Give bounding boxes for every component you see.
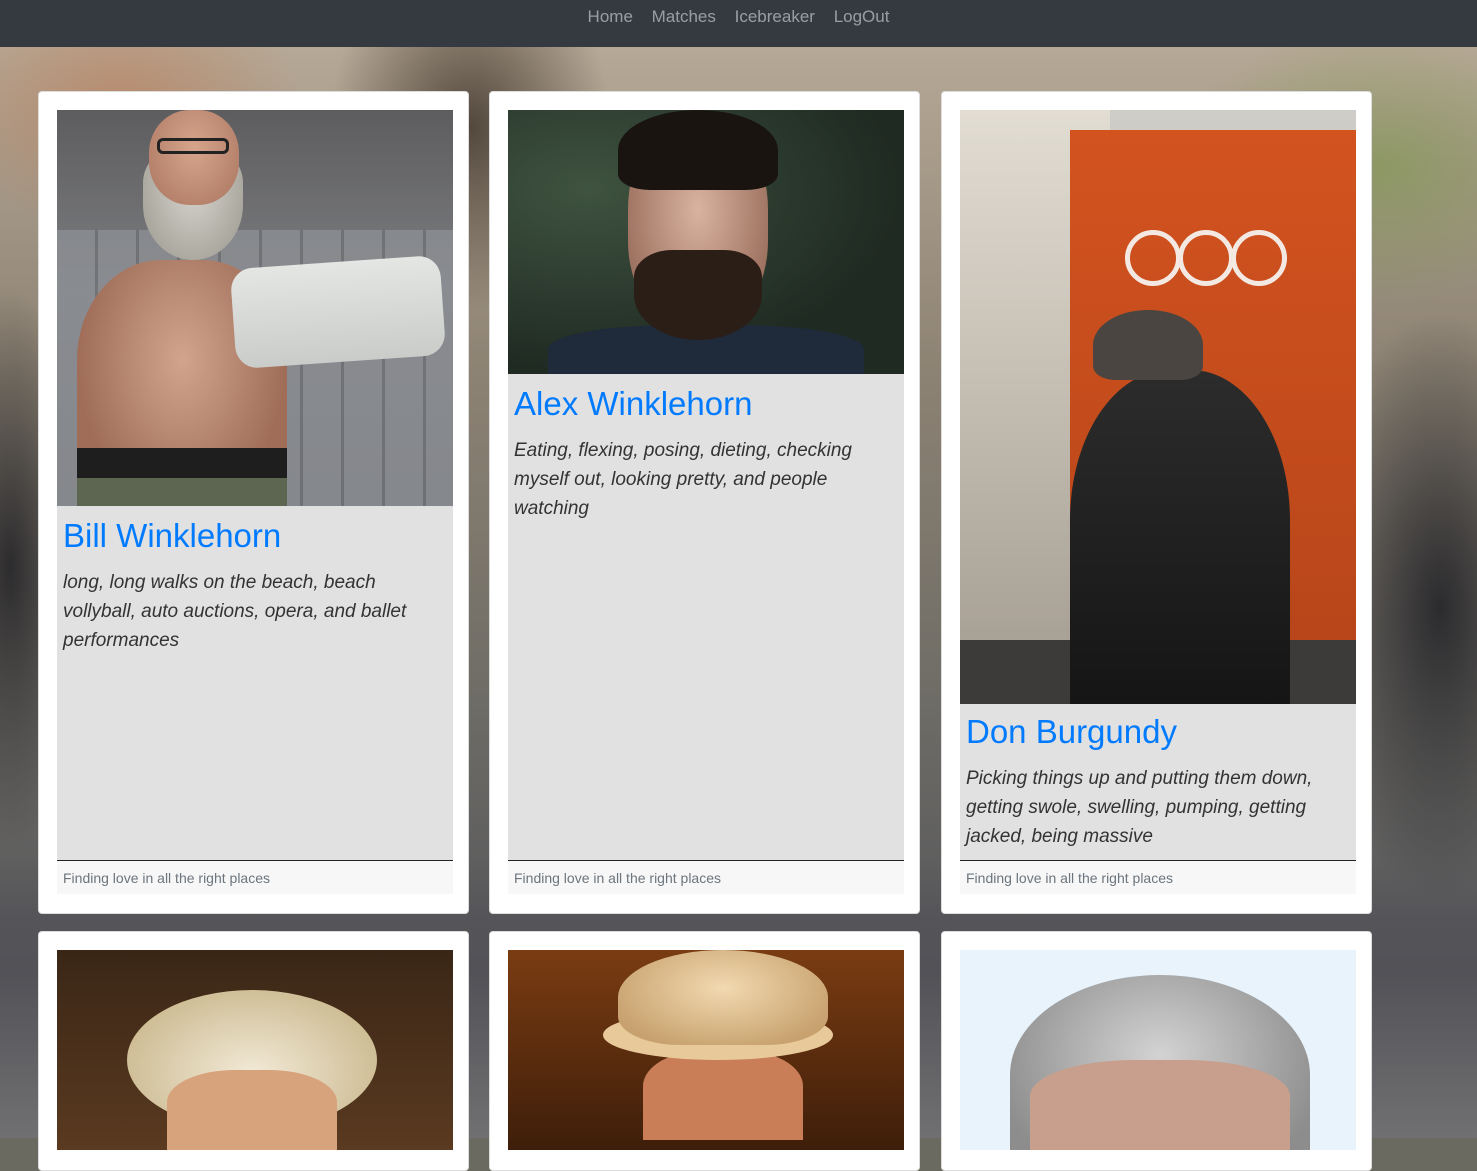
profile-photo [57, 950, 453, 1150]
card-footer: Finding love in all the right places [960, 860, 1356, 894]
profile-name[interactable]: Bill Winklehorn [57, 506, 453, 556]
nav-matches[interactable]: Matches [652, 7, 716, 26]
nav-logout[interactable]: LogOut [834, 7, 890, 26]
profile-name[interactable]: Don Burgundy [960, 704, 1356, 752]
profile-card [941, 931, 1372, 1171]
profile-name[interactable]: Alex Winklehorn [508, 374, 904, 424]
profile-card [38, 931, 469, 1171]
profile-photo [57, 110, 453, 506]
card-body: Don Burgundy Picking things up and putti… [960, 704, 1356, 860]
nav-home[interactable]: Home [588, 7, 633, 26]
profile-photo [508, 950, 904, 1150]
profile-photo [960, 110, 1356, 704]
profile-interests: long, long walks on the beach, beach vol… [63, 572, 407, 651]
profile-card [489, 931, 920, 1171]
card-body: Bill Winklehorn long, long walks on the … [57, 506, 453, 860]
card-footer: Finding love in all the right places [508, 860, 904, 894]
profile-interests: Picking things up and putting them down,… [966, 768, 1313, 847]
profile-photo [508, 110, 904, 374]
profile-card: Alex Winklehorn Eating, flexing, posing,… [489, 91, 920, 914]
profile-interests: Eating, flexing, posing, dieting, checki… [514, 440, 852, 519]
profile-card: Don Burgundy Picking things up and putti… [941, 91, 1372, 914]
card-footer: Finding love in all the right places [57, 860, 453, 894]
nav-icebreaker[interactable]: Icebreaker [735, 7, 815, 26]
profile-card: Bill Winklehorn long, long walks on the … [38, 91, 469, 914]
profile-photo [960, 950, 1356, 1150]
card-body: Alex Winklehorn Eating, flexing, posing,… [508, 374, 904, 860]
navbar: Home Matches Icebreaker LogOut [0, 0, 1477, 47]
